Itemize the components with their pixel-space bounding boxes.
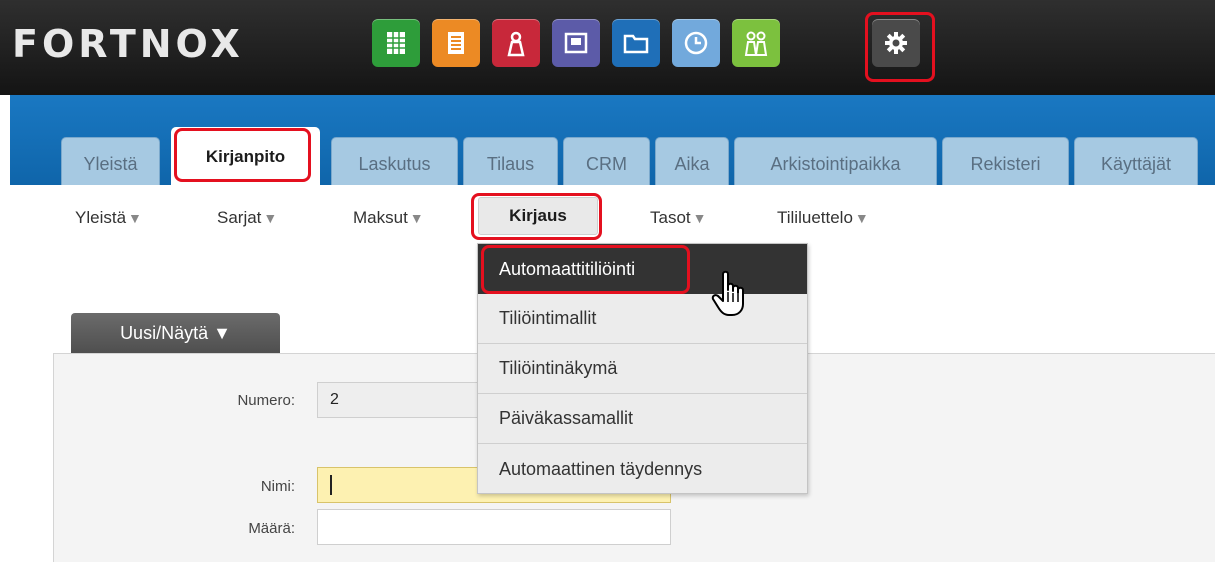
top-bar: FORTNOX (0, 0, 1215, 95)
subnav-yleista[interactable]: Yleistä ▼ (75, 203, 175, 233)
subnav-label: Tililuettelo (777, 208, 853, 227)
subnav-maksut[interactable]: Maksut ▼ (353, 203, 453, 233)
person-icon[interactable] (492, 19, 540, 67)
menu-item-automaattinen-taydennys[interactable]: Automaattinen täydennys (478, 444, 807, 494)
tab-aika[interactable]: Aika (655, 137, 729, 185)
window-icon[interactable] (552, 19, 600, 67)
menu-item-tilioitimallit[interactable]: Tiliöintimallit (478, 294, 807, 344)
menu-item-tilioitinakyma[interactable]: Tiliöintinäkymä (478, 344, 807, 394)
tab-kayttajat[interactable]: Käyttäjät (1074, 137, 1198, 185)
spreadsheet-icon[interactable] (372, 19, 420, 67)
subnav-label: Yleistä (75, 208, 127, 227)
numero-field: 2 (317, 382, 487, 418)
subnav-sarjat[interactable]: Sarjat ▼ (217, 203, 317, 233)
menu-item-paivakassamallit[interactable]: Päiväkassamallit (478, 394, 807, 444)
nimi-label: Nimi: (260, 478, 295, 495)
fortnox-logo: FORTNOX (12, 22, 244, 66)
kirjaus-highlight (471, 193, 602, 240)
text-caret (330, 475, 332, 495)
kirjanpito-highlight (174, 128, 311, 182)
app-window: FORTNOX Yleistä Kirjanpito Laskutus Tila… (0, 0, 1215, 562)
automaattitilioitni-highlight (481, 245, 690, 294)
chevron-down-icon: ▼ (692, 210, 707, 226)
tab-tilaus[interactable]: Tilaus (463, 137, 558, 185)
subnav-tasot[interactable]: Tasot ▼ (650, 203, 750, 233)
maara-label: Määrä: (248, 520, 295, 537)
users-icon[interactable] (732, 19, 780, 67)
tab-crm[interactable]: CRM (563, 137, 650, 185)
clock-icon[interactable] (672, 19, 720, 67)
tab-rekisteri[interactable]: Rekisteri (942, 137, 1069, 185)
numero-value: 2 (330, 391, 339, 408)
subnav-label: Maksut (353, 208, 408, 227)
subnav-label: Tasot (650, 208, 691, 227)
tab-laskutus[interactable]: Laskutus (331, 137, 458, 185)
hand-pointer-icon (711, 270, 744, 316)
settings-highlight (865, 12, 935, 82)
uusi-nayta-tab[interactable]: Uusi/Näytä ▼ (71, 313, 280, 353)
chevron-down-icon: ▼ (128, 210, 142, 226)
folder-icon[interactable] (612, 19, 660, 67)
numero-label: Numero: (237, 392, 295, 409)
tab-arkistointipaikka[interactable]: Arkistointipaikka (734, 137, 937, 185)
chevron-down-icon: ▼ (854, 210, 869, 226)
document-icon[interactable] (432, 19, 480, 67)
chevron-down-icon: ▼ (263, 210, 278, 226)
tab-yleista[interactable]: Yleistä (61, 137, 160, 185)
chevron-down-icon: ▼ (409, 210, 424, 226)
subnav-tililuettelo[interactable]: Tililuettelo ▼ (777, 203, 937, 233)
maara-input[interactable] (317, 509, 671, 545)
subnav-label: Sarjat (217, 208, 262, 227)
